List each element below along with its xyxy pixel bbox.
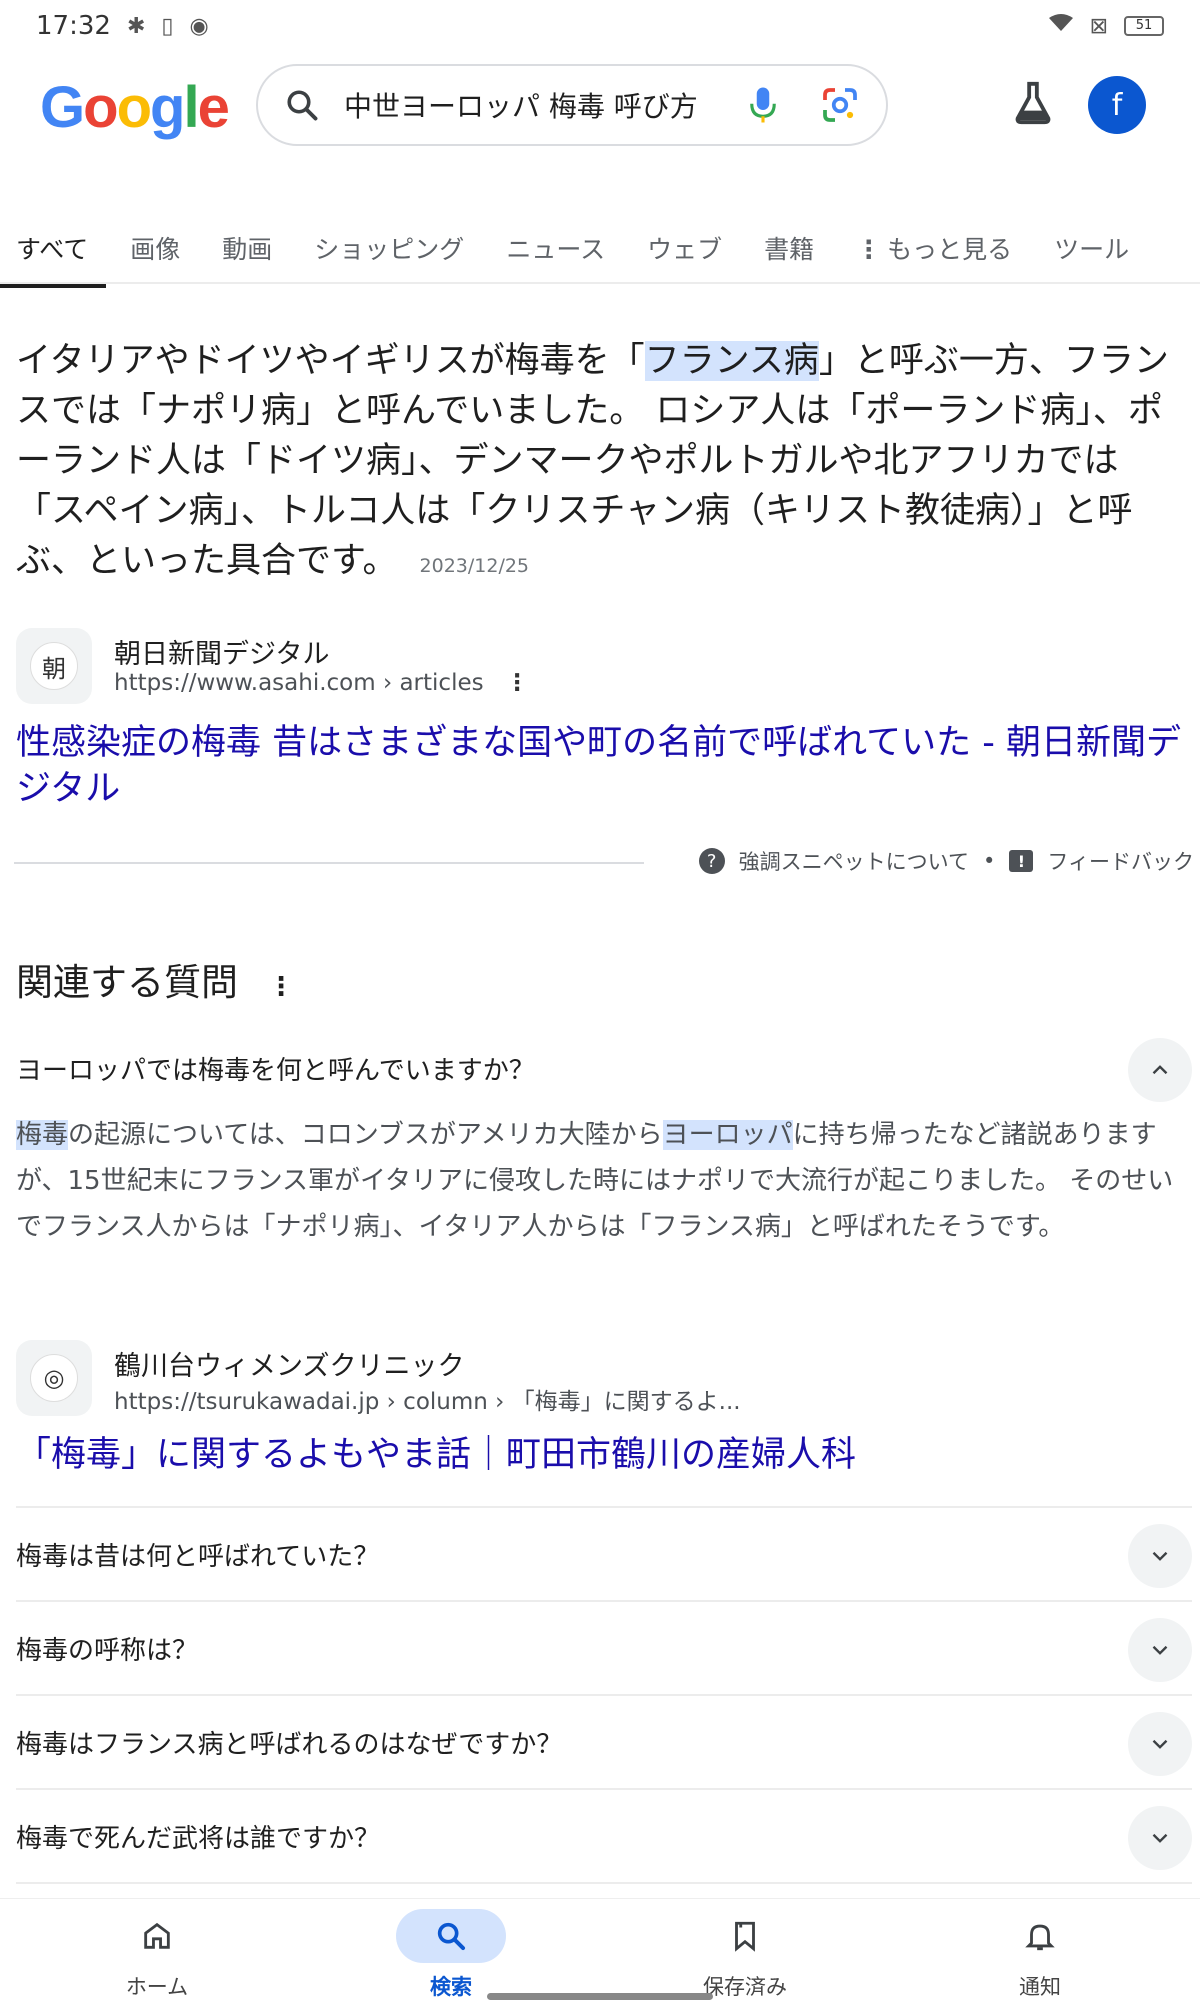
status-bar: 17:32 ✱ ▯ ◉ ⊠ 51 bbox=[0, 0, 1200, 52]
paa-question-text: 梅毒で死んだ武将は誰ですか？ bbox=[16, 1824, 381, 1854]
feedback-link[interactable]: フィードバック bbox=[1047, 846, 1194, 876]
tab-videos[interactable]: 動画 bbox=[222, 220, 272, 286]
snippet-highlight: フランス病 bbox=[644, 341, 819, 381]
featured-snippet: イタリアやドイツやイギリスが梅毒を「フランス病」と呼ぶ一方、フランスでは「ナポリ… bbox=[16, 336, 1186, 591]
answer-highlight: ヨーロッパ bbox=[662, 1120, 793, 1150]
search-tabs: すべて 画像 動画 ショッピング ニュース ウェブ 書籍 ⋮ もっと見る ツール bbox=[0, 220, 1200, 288]
tab-all[interactable]: すべて bbox=[0, 220, 107, 288]
nav-search[interactable]: 検索 bbox=[351, 1899, 551, 2000]
vibrate-icon: ▯ bbox=[161, 13, 174, 39]
paa-title: 関連する質問 bbox=[16, 961, 238, 1004]
paa-question-text: 梅毒の呼称は？ bbox=[16, 1636, 199, 1666]
search-input[interactable]: 中世ヨーロッパ 梅毒 呼び方 bbox=[344, 85, 730, 125]
source-name: 朝日新聞デジタル bbox=[114, 639, 330, 670]
search-box[interactable]: 中世ヨーロッパ 梅毒 呼び方 bbox=[256, 64, 888, 146]
header: Google 中世ヨーロッパ 梅毒 呼び方 f bbox=[0, 62, 1200, 152]
bluetooth-icon: ✱ bbox=[126, 13, 146, 39]
logo-letter: l bbox=[183, 75, 199, 140]
answer-source[interactable]: ◎ 鶴川台ウィメンズクリニック https://tsurukawadai.jp … bbox=[16, 1338, 1176, 1418]
logo-letter: G bbox=[40, 75, 85, 140]
more-vert-icon[interactable]: ⋮ bbox=[268, 972, 294, 1002]
battery-icon: 51 bbox=[1124, 16, 1164, 36]
labs-flask-icon[interactable] bbox=[1010, 80, 1056, 126]
divider bbox=[14, 862, 644, 864]
paa-heading: 関連する質問 ⋮ bbox=[16, 952, 294, 1006]
nav-saved[interactable]: 保存済み bbox=[645, 1899, 845, 2000]
google-logo[interactable]: Google bbox=[40, 74, 230, 141]
paa-question-text: 梅毒はフランス病と呼ばれるのはなぜですか？ bbox=[16, 1730, 563, 1760]
home-icon bbox=[102, 1909, 212, 1963]
snippet-footer: ? 強調スニペットについて • ! フィードバック bbox=[14, 838, 1194, 886]
snippet-text: イタリアやドイツやイギリスが梅毒を「 bbox=[16, 341, 645, 381]
answer-highlight: 梅毒 bbox=[16, 1120, 69, 1150]
nav-label: ホーム bbox=[125, 1975, 189, 1999]
snippet-date: 2023/12/25 bbox=[419, 555, 530, 577]
source-name: 鶴川台ウィメンズクリニック bbox=[114, 1351, 465, 1382]
tab-images[interactable]: 画像 bbox=[130, 220, 180, 286]
tab-web[interactable]: ウェブ bbox=[647, 220, 722, 286]
chevron-down-icon[interactable] bbox=[1128, 1806, 1192, 1870]
search-icon bbox=[396, 1909, 506, 1963]
paa-answer: 梅毒の起源については、コロンブスがアメリカ大陸からヨーロッパに持ち帰ったなど諸説… bbox=[16, 1112, 1192, 1250]
tab-books[interactable]: 書籍 bbox=[764, 220, 814, 286]
chrome-icon: ◉ bbox=[189, 13, 209, 39]
source-url: https://tsurukawadai.jp › column › 「梅毒」に… bbox=[114, 1389, 741, 1415]
answer-title-link[interactable]: 「梅毒」に関するよもやま話｜町田市鶴川の産婦人科 bbox=[16, 1432, 856, 1478]
result-title-link[interactable]: 性感染症の梅毒 昔はさまざまな国や町の名前で呼ばれていた - 朝日新聞デジタル bbox=[16, 720, 1186, 812]
tab-tools[interactable]: ツール bbox=[1054, 220, 1129, 286]
status-time: 17:32 bbox=[36, 11, 111, 41]
about-snippets-link[interactable]: 強調スニペットについて bbox=[739, 846, 969, 876]
paa-question[interactable]: 梅毒は昔は何と呼ばれていた？ bbox=[16, 1508, 1192, 1602]
more-vert-icon: ⋮ bbox=[856, 235, 882, 264]
chevron-up-icon[interactable] bbox=[1128, 1038, 1192, 1102]
help-icon: ? bbox=[698, 848, 725, 874]
source-url-text: https://www.asahi.com › articles bbox=[114, 670, 484, 696]
feedback-icon: ! bbox=[1009, 850, 1034, 872]
bottom-navigation: ホーム 検索 保存済み 通知 bbox=[0, 1898, 1200, 2000]
logo-letter: g bbox=[150, 75, 185, 140]
separator-dot: • bbox=[983, 849, 996, 873]
bookmarks-icon bbox=[690, 1909, 800, 1963]
snippet-feedback-links: ? 強調スニペットについて • ! フィードバック bbox=[698, 846, 1194, 876]
nav-home[interactable]: ホーム bbox=[57, 1899, 257, 2000]
snippet-source[interactable]: 朝 朝日新聞デジタル https://www.asahi.com › artic… bbox=[16, 626, 1176, 706]
paa-question-expanded[interactable]: ヨーロッパでは梅毒を何と呼んでいますか？ bbox=[16, 1022, 1192, 1116]
paa-question[interactable]: 梅毒で死んだ武将は誰ですか？ bbox=[16, 1790, 1192, 1884]
tab-more-label: もっと見る bbox=[887, 235, 1013, 264]
tab-more[interactable]: ⋮ もっと見る bbox=[856, 220, 1012, 286]
tab-shopping[interactable]: ショッピング bbox=[314, 220, 464, 286]
google-lens-icon[interactable] bbox=[820, 85, 860, 125]
logo-letter: o bbox=[83, 75, 118, 140]
answer-text: の起源については、コロンブスがアメリカ大陸から bbox=[68, 1120, 663, 1150]
favicon-char: ◎ bbox=[30, 1354, 78, 1402]
nav-label: 通知 bbox=[1019, 1975, 1061, 1999]
paa-question[interactable]: 梅毒の呼称は？ bbox=[16, 1602, 1192, 1696]
paa-question[interactable]: 梅毒はフランス病と呼ばれるのはなぜですか？ bbox=[16, 1696, 1192, 1790]
logo-letter: o bbox=[116, 75, 152, 140]
clinic-favicon: ◎ bbox=[16, 1340, 92, 1416]
chevron-down-icon[interactable] bbox=[1128, 1712, 1192, 1776]
bell-icon bbox=[985, 1909, 1095, 1963]
paa-question-text: 梅毒は昔は何と呼ばれていた？ bbox=[16, 1542, 380, 1572]
no-sim-icon: ⊠ bbox=[1089, 13, 1108, 39]
wifi-icon bbox=[1048, 13, 1074, 39]
avatar[interactable]: f bbox=[1088, 76, 1146, 134]
gesture-handle[interactable] bbox=[487, 1993, 713, 2000]
more-vert-icon[interactable]: ⋮ bbox=[506, 670, 529, 696]
logo-letter: e bbox=[197, 75, 230, 140]
favicon-char: 朝 bbox=[30, 642, 78, 690]
search-icon[interactable] bbox=[284, 87, 320, 123]
nav-notifications[interactable]: 通知 bbox=[940, 1899, 1140, 2000]
chevron-down-icon[interactable] bbox=[1128, 1618, 1192, 1682]
paa-question-text: ヨーロッパでは梅毒を何と呼んでいますか？ bbox=[16, 1056, 535, 1086]
tab-news[interactable]: ニュース bbox=[506, 220, 605, 286]
source-url: https://www.asahi.com › articles ⋮ bbox=[114, 670, 529, 696]
microphone-icon[interactable] bbox=[748, 85, 778, 125]
asahi-favicon: 朝 bbox=[16, 628, 92, 704]
chevron-down-icon[interactable] bbox=[1128, 1524, 1192, 1588]
